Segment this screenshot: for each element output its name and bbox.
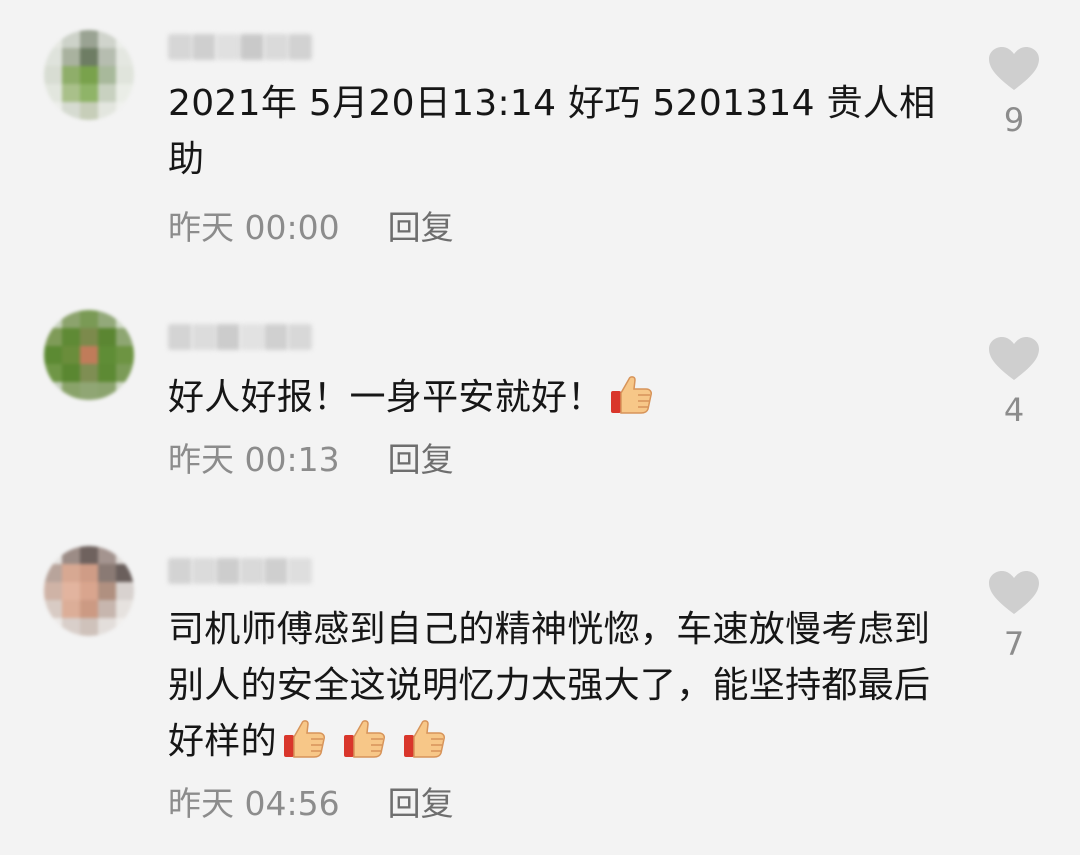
comment-time: 昨天 04:56 <box>168 784 340 823</box>
comment-time: 昨天 00:13 <box>168 440 340 479</box>
heart-icon <box>989 337 1039 380</box>
comment-meta: 昨天 00:13 回复 <box>168 440 454 480</box>
username[interactable] <box>168 552 312 590</box>
comment-time: 昨天 00:00 <box>168 208 340 247</box>
reply-button[interactable]: 回复 <box>388 784 454 824</box>
username[interactable] <box>168 28 312 66</box>
heart-icon <box>989 47 1039 90</box>
reply-button[interactable]: 回复 <box>388 440 454 480</box>
comment-meta: 昨天 00:00 回复 <box>168 208 454 248</box>
like-button[interactable]: 9 <box>986 46 1042 138</box>
reply-button[interactable]: 回复 <box>388 208 454 248</box>
like-button[interactable]: 4 <box>986 336 1042 428</box>
comment-text: 司机师傅感到自己的精神恍惚，车速放慢考虑到别人的安全这说明忆力太强大了，能坚持都… <box>168 609 931 762</box>
avatar[interactable] <box>44 546 134 636</box>
like-count: 9 <box>1003 101 1025 139</box>
comment-text: 2021年 5月20日13:14 好巧 5201314 贵人相助 <box>168 83 936 180</box>
thumbs-up-emoji <box>401 715 447 761</box>
comment-meta: 昨天 04:56 回复 <box>168 784 454 824</box>
comment-list: 2021年 5月20日13:14 好巧 5201314 贵人相助 昨天 00:0… <box>0 0 1080 855</box>
like-button[interactable]: 7 <box>986 570 1042 662</box>
username[interactable] <box>168 318 312 356</box>
like-count: 4 <box>1003 391 1025 429</box>
avatar[interactable] <box>44 30 134 120</box>
comment-text: 好人好报！一身平安就好！ <box>168 370 948 426</box>
thumbs-up-emoji <box>281 715 327 761</box>
heart-icon <box>989 571 1039 614</box>
like-count: 7 <box>1003 625 1025 663</box>
avatar[interactable] <box>44 310 134 400</box>
thumbs-up-emoji <box>608 371 654 417</box>
thumbs-up-emoji <box>341 715 387 761</box>
